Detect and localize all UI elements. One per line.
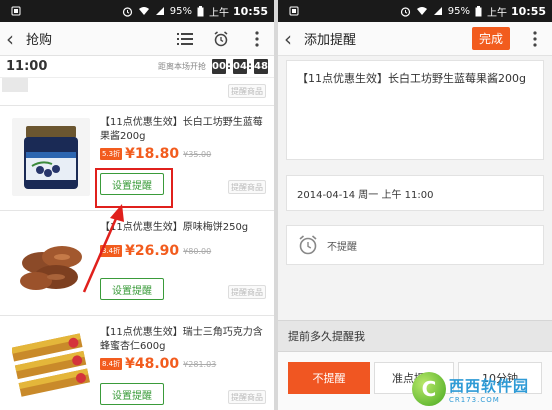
app-notification-icon xyxy=(11,6,21,16)
signal-icon xyxy=(433,6,443,16)
watermark-sub: CR173.COM xyxy=(449,395,500,404)
watermark-main: 西西软件园 xyxy=(449,375,529,396)
list-item[interactable]: 【11点优惠生效】瑞士三角巧克力含蜂蜜杏仁600g 8.4折 ¥48.00 ¥2… xyxy=(0,316,274,410)
watermark-logo: C xyxy=(412,372,446,406)
battery-percent: 95% xyxy=(447,5,470,17)
done-button[interactable]: 完成 xyxy=(471,27,510,50)
back-arrow-icon[interactable]: ‹ xyxy=(6,29,22,49)
left-panel: 95% 上午 10:55 ‹ 抢购 11:00 距离本场开抢 00 : 04 :… xyxy=(0,0,274,410)
advance-reminder-heading: 提前多久提醒我 xyxy=(278,320,552,352)
watermark-main-b: 软件园 xyxy=(481,376,530,395)
product-name: 【11点优惠生效】瑞士三角巧克力含蜂蜜杏仁600g xyxy=(100,327,263,352)
sale-price: ¥48.00 xyxy=(125,356,180,372)
sale-price: ¥18.80 xyxy=(125,146,180,162)
battery-icon xyxy=(475,5,482,17)
list-item: 提醒商品 xyxy=(0,78,274,106)
reminder-goods-button[interactable]: 提醒商品 xyxy=(228,180,266,194)
original-price: ¥35.00 xyxy=(183,149,212,159)
product-thumbnail xyxy=(2,78,28,92)
alarm-label: 不提醒 xyxy=(327,241,357,253)
reminder-text-field[interactable]: 【11点优惠生效】长白工坊野生蓝莓果酱200g xyxy=(286,60,544,160)
discount-badge: 8.4折 xyxy=(100,358,123,370)
battery-icon xyxy=(197,5,204,17)
option-no-reminder[interactable]: 不提醒 xyxy=(288,362,370,394)
alarm-clock-icon xyxy=(297,234,319,256)
list-item[interactable]: 【11点优惠生效】原味梅饼250g 3.4折 ¥26.90 ¥80.00 设置提… xyxy=(0,211,274,316)
more-options-icon[interactable] xyxy=(246,28,268,50)
countdown-separator: : xyxy=(248,61,252,72)
original-price: ¥80.00 xyxy=(183,246,212,256)
status-bar: 95% 上午 10:55 xyxy=(0,0,274,22)
wifi-icon xyxy=(138,6,150,16)
product-list: 提醒商品 【11点优惠生效】长白工坊野生蓝莓果酱200g 5.3折 ¥18.80… xyxy=(0,78,274,410)
alarm-setting-row[interactable]: 不提醒 xyxy=(286,225,544,265)
reminder-datetime-field[interactable]: 2014-04-14 周一 上午 11:00 xyxy=(286,175,544,211)
session-hour: 11:00 xyxy=(6,59,48,74)
signal-icon xyxy=(155,6,165,16)
more-options-icon[interactable] xyxy=(524,28,546,50)
reminder-goods-button[interactable]: 提醒商品 xyxy=(228,390,266,404)
countdown-seconds: 48 xyxy=(254,59,268,74)
battery-percent: 95% xyxy=(169,5,192,17)
watermark: C 西西软件园 CR173.COM xyxy=(412,370,550,408)
wifi-icon xyxy=(416,6,428,16)
right-panel: 95% 上午 10:55 ‹ 添加提醒 完成 【11点优惠生效】长白工坊野生蓝莓… xyxy=(278,0,552,410)
status-bar: 95% 上午 10:55 xyxy=(278,0,552,22)
time-period: 上午 xyxy=(486,7,507,19)
alarm-clock-icon[interactable] xyxy=(210,28,232,50)
price-row: 8.4折 ¥48.00 ¥281.03 xyxy=(100,356,216,372)
app-header: ‹ 添加提醒 完成 xyxy=(278,22,552,56)
reminder-goods-button[interactable]: 提醒商品 xyxy=(228,285,266,299)
watermark-text: 西西软件园 CR173.COM xyxy=(449,375,529,404)
discount-badge: 5.3折 xyxy=(100,148,123,160)
status-time: 10:55 xyxy=(510,4,546,18)
reminder-goods-button[interactable]: 提醒商品 xyxy=(228,84,266,98)
status-time: 10:55 xyxy=(232,4,268,18)
countdown-label: 距离本场开抢 xyxy=(158,62,206,71)
watermark-main-a: 西西 xyxy=(449,376,482,395)
page-title: 抢购 xyxy=(26,33,53,48)
annotation-arrow-icon xyxy=(82,204,124,293)
product-name: 【11点优惠生效】长白工坊野生蓝莓果酱200g xyxy=(100,117,263,142)
countdown-separator: : xyxy=(227,61,231,72)
countdown-minutes: 04 xyxy=(233,59,247,74)
set-reminder-button[interactable]: 设置提醒 xyxy=(100,383,164,405)
app-notification-icon xyxy=(289,6,299,16)
countdown-bar: 11:00 距离本场开抢 00 : 04 : 48 xyxy=(0,56,274,78)
sale-price: ¥26.90 xyxy=(125,243,180,259)
alarm-status-icon xyxy=(400,6,411,17)
list-icon[interactable] xyxy=(174,28,196,50)
time-period: 上午 xyxy=(208,7,229,19)
back-arrow-icon[interactable]: ‹ xyxy=(284,29,300,49)
price-row: 5.3折 ¥18.80 ¥35.00 xyxy=(100,146,211,162)
app-header: ‹ 抢购 xyxy=(0,22,274,56)
countdown-hours: 00 xyxy=(212,59,226,74)
product-image-chocolate xyxy=(12,328,90,406)
original-price: ¥281.03 xyxy=(183,359,217,369)
alarm-status-icon xyxy=(122,6,133,17)
product-image-jam xyxy=(12,118,90,196)
page-title: 添加提醒 xyxy=(304,33,357,48)
